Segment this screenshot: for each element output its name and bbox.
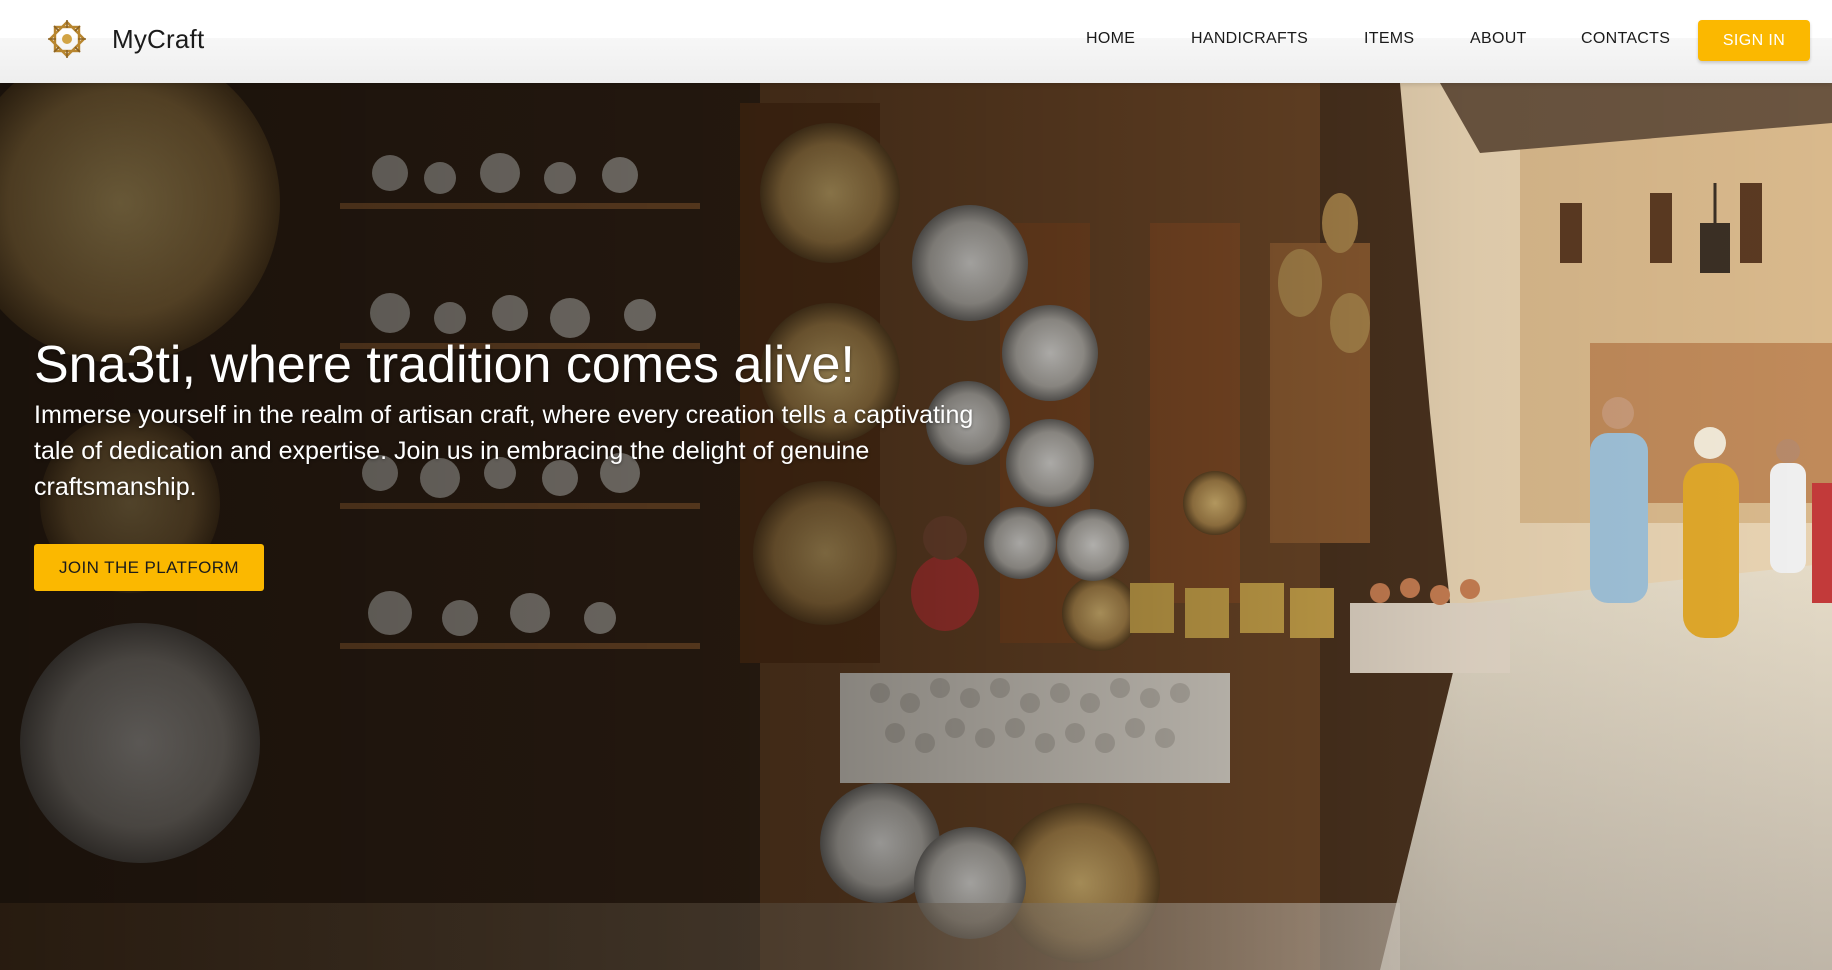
nav-contacts[interactable]: CONTACTS [1581,30,1670,48]
top-navbar: MyCraft HOME HANDICRAFTS ITEMS ABOUT CON… [0,0,1832,83]
hero-section: Sna3ti, where tradition comes alive! Imm… [0,83,1832,970]
nav-items[interactable]: ITEMS [1364,30,1414,48]
hero-content: Sna3ti, where tradition comes alive! Imm… [34,333,1014,505]
hero-description: Immerse yourself in the realm of artisan… [34,401,974,501]
nav-handicrafts[interactable]: HANDICRAFTS [1191,30,1308,48]
landing-page: MyCraft HOME HANDICRAFTS ITEMS ABOUT CON… [0,0,1832,970]
hero-dark-overlay [0,83,1832,970]
brand[interactable]: MyCraft [44,16,204,62]
nav-about[interactable]: ABOUT [1470,30,1527,48]
hero-title: Sna3ti, where tradition comes alive! [34,336,855,394]
join-platform-button[interactable]: JOIN THE PLATFORM [34,544,264,591]
sign-in-button[interactable]: SIGN IN [1698,20,1810,61]
nav-home[interactable]: HOME [1086,30,1135,48]
geometric-star-ornament-icon [48,20,86,58]
brand-name: MyCraft [112,23,205,54]
